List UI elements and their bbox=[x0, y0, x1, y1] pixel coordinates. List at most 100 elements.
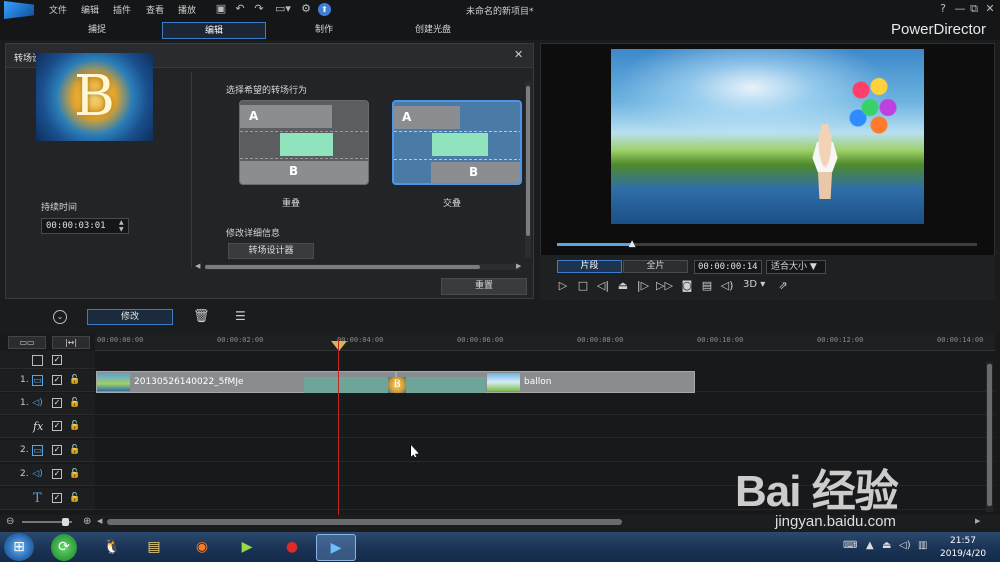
scroll-left-icon[interactable]: ◀ bbox=[97, 517, 102, 525]
menu-plugins[interactable]: 插件 bbox=[113, 3, 131, 16]
edit-toolbar: ⌄ 修改 🗑 ☰ bbox=[0, 305, 1000, 331]
taskbar-qq-icon[interactable]: 🐧 bbox=[92, 534, 132, 561]
taskbar-folder-icon[interactable]: ▤ bbox=[134, 534, 174, 561]
menu-file[interactable]: 文件 bbox=[49, 3, 67, 16]
option-overlap[interactable]: A B bbox=[239, 100, 369, 185]
clip-mode-tab[interactable]: 片段 bbox=[557, 260, 622, 273]
preview-timecode[interactable]: 00:00:00:14 bbox=[694, 260, 762, 274]
master-enable-checkbox[interactable]: ✓ bbox=[52, 355, 62, 365]
panel-close-icon[interactable]: ✕ bbox=[514, 48, 523, 61]
seekbar-knob-icon[interactable]: ▲ bbox=[629, 239, 636, 249]
fit-timeline-icon[interactable]: |↔| bbox=[52, 336, 90, 349]
3d-mode-button[interactable]: 3D ▾ bbox=[743, 279, 765, 290]
ruler-tick: 00:00:02:00 bbox=[217, 336, 264, 344]
menu-view[interactable]: 查看 bbox=[146, 3, 164, 16]
tab-edit[interactable]: 编辑 bbox=[162, 22, 266, 39]
track-enable-checkbox[interactable]: ✓ bbox=[52, 469, 62, 479]
restore-icon[interactable]: ⧉ bbox=[967, 2, 981, 16]
v-scroll-thumb[interactable] bbox=[526, 86, 530, 236]
zoom-slider-knob[interactable] bbox=[62, 518, 69, 526]
track-enable-checkbox[interactable]: ✓ bbox=[52, 445, 62, 455]
storyboard-view-icon[interactable]: ▭▭ bbox=[8, 336, 46, 349]
h-scroll-thumb[interactable] bbox=[205, 265, 480, 269]
tab-create-disc[interactable]: 创建光盘 bbox=[381, 22, 485, 39]
reset-button[interactable]: 重置 bbox=[441, 278, 527, 295]
zoom-in-icon[interactable]: ⊕ bbox=[83, 516, 91, 527]
playhead-line[interactable] bbox=[338, 340, 339, 518]
stop-icon[interactable]: □ bbox=[576, 279, 590, 293]
scroll-right-icon[interactable]: ▶ bbox=[516, 262, 521, 270]
track-enable-checkbox[interactable]: ✓ bbox=[52, 421, 62, 431]
track-header-title: T ✓ 🔓 bbox=[0, 488, 95, 510]
aspect-ratio-icon[interactable]: ▭▾ bbox=[272, 2, 294, 16]
volume-icon[interactable]: ◁) bbox=[720, 279, 734, 293]
transition-designer-button[interactable]: 转场设计器 bbox=[228, 243, 314, 259]
taskbar-media-icon[interactable]: ▶ bbox=[227, 534, 267, 561]
track-header-audio2: 2. ◁) ✓ 🔓 bbox=[0, 464, 95, 486]
label-a: A bbox=[402, 110, 412, 124]
stepper-arrows-icon[interactable]: ▲ ▼ bbox=[119, 219, 124, 233]
menu-play[interactable]: 播放 bbox=[178, 3, 196, 16]
split-icon[interactable]: ⏏ bbox=[616, 279, 630, 293]
movie-mode-tab[interactable]: 全片 bbox=[623, 260, 688, 273]
zoom-out-icon[interactable]: ⊖ bbox=[6, 516, 14, 527]
snapshot-camera-icon[interactable]: ◙ bbox=[680, 279, 694, 293]
timeline-h-scroll-thumb[interactable] bbox=[107, 519, 622, 525]
fit-size-select[interactable]: 适合大小 ▼ bbox=[766, 260, 826, 274]
settings-gear-icon[interactable]: ⚙ bbox=[299, 2, 313, 16]
track-row-audio1[interactable] bbox=[95, 393, 995, 415]
menu-edit[interactable]: 编辑 bbox=[81, 3, 99, 16]
trash-icon[interactable]: 🗑 bbox=[193, 309, 210, 324]
collapse-chevron-icon[interactable]: ⌄ bbox=[53, 310, 67, 324]
scroll-left-icon[interactable]: ◀ bbox=[195, 262, 200, 270]
modify-button[interactable]: 修改 bbox=[87, 309, 173, 325]
lock-icon[interactable]: 🔓 bbox=[69, 469, 80, 480]
redo-icon[interactable]: ↷ bbox=[252, 2, 266, 16]
transition-marker-icon[interactable]: B bbox=[388, 377, 406, 393]
track-enable-checkbox[interactable]: ✓ bbox=[52, 493, 62, 503]
more-features-icon[interactable]: ☰ bbox=[235, 309, 246, 323]
lock-icon[interactable]: 🔓 bbox=[69, 398, 80, 409]
start-windows-icon[interactable]: ⊞ bbox=[4, 533, 34, 561]
lock-icon[interactable]: 🔓 bbox=[69, 445, 80, 456]
track-enable-checkbox[interactable]: ✓ bbox=[52, 398, 62, 408]
clock-date[interactable]: 2019/4/20 bbox=[940, 549, 986, 559]
undo-icon[interactable]: ↶ bbox=[233, 2, 247, 16]
panel-h-scrollbar[interactable] bbox=[205, 264, 520, 270]
taskbar-powerdirector-icon[interactable]: ▶ bbox=[316, 534, 356, 561]
lock-icon[interactable]: 🔓 bbox=[69, 421, 80, 432]
next-frame-icon[interactable]: |▷ bbox=[636, 279, 650, 293]
tab-produce[interactable]: 制作 bbox=[272, 22, 376, 39]
close-icon[interactable]: ✕ bbox=[983, 2, 997, 16]
undock-icon[interactable]: ⇗ bbox=[776, 279, 790, 293]
upgrade-icon[interactable]: ⬆ bbox=[318, 3, 331, 16]
preview-seekbar[interactable] bbox=[557, 243, 977, 246]
network-tray-icon[interactable]: ▥ bbox=[918, 540, 927, 551]
play-icon[interactable]: ▷ bbox=[556, 279, 570, 293]
minimize-icon[interactable]: — bbox=[953, 2, 967, 16]
taskbar-app-green-icon[interactable]: ⟳ bbox=[51, 534, 77, 561]
track-row-fx[interactable] bbox=[95, 416, 995, 438]
fast-forward-icon[interactable]: ▷▷ bbox=[656, 279, 673, 293]
volume-tray-icon[interactable]: ◁) bbox=[899, 540, 911, 551]
prev-frame-icon[interactable]: ◁| bbox=[596, 279, 610, 293]
keyboard-tray-icon[interactable]: ⌨ bbox=[843, 540, 857, 551]
subtitle-icon[interactable]: ▤ bbox=[700, 279, 714, 293]
taskbar-record-icon[interactable]: ● bbox=[272, 534, 312, 561]
taskbar-firefox-icon[interactable]: ◉ bbox=[182, 534, 222, 561]
track-enable-checkbox[interactable]: ✓ bbox=[52, 375, 62, 385]
panel-v-scrollbar[interactable] bbox=[525, 82, 531, 258]
duration-stepper[interactable]: 00:00:03:01 ▲ ▼ bbox=[41, 218, 129, 234]
audio-track-icon: ◁) bbox=[32, 398, 43, 408]
track-number: 1. bbox=[20, 398, 29, 408]
lock-icon[interactable]: 🔓 bbox=[69, 375, 80, 386]
lock-icon[interactable]: 🔓 bbox=[69, 493, 80, 504]
tray-expand-icon[interactable]: ▲ bbox=[866, 540, 874, 551]
help-icon[interactable]: ? bbox=[936, 2, 950, 16]
clock-time[interactable]: 21:57 bbox=[950, 536, 976, 546]
tab-capture[interactable]: 捕捉 bbox=[45, 22, 149, 39]
option-cross[interactable]: A B bbox=[392, 100, 522, 185]
save-icon[interactable]: ▣ bbox=[214, 2, 228, 16]
duration-value[interactable]: 00:00:03:01 bbox=[43, 220, 109, 233]
usb-tray-icon[interactable]: ⏏ bbox=[882, 540, 891, 551]
